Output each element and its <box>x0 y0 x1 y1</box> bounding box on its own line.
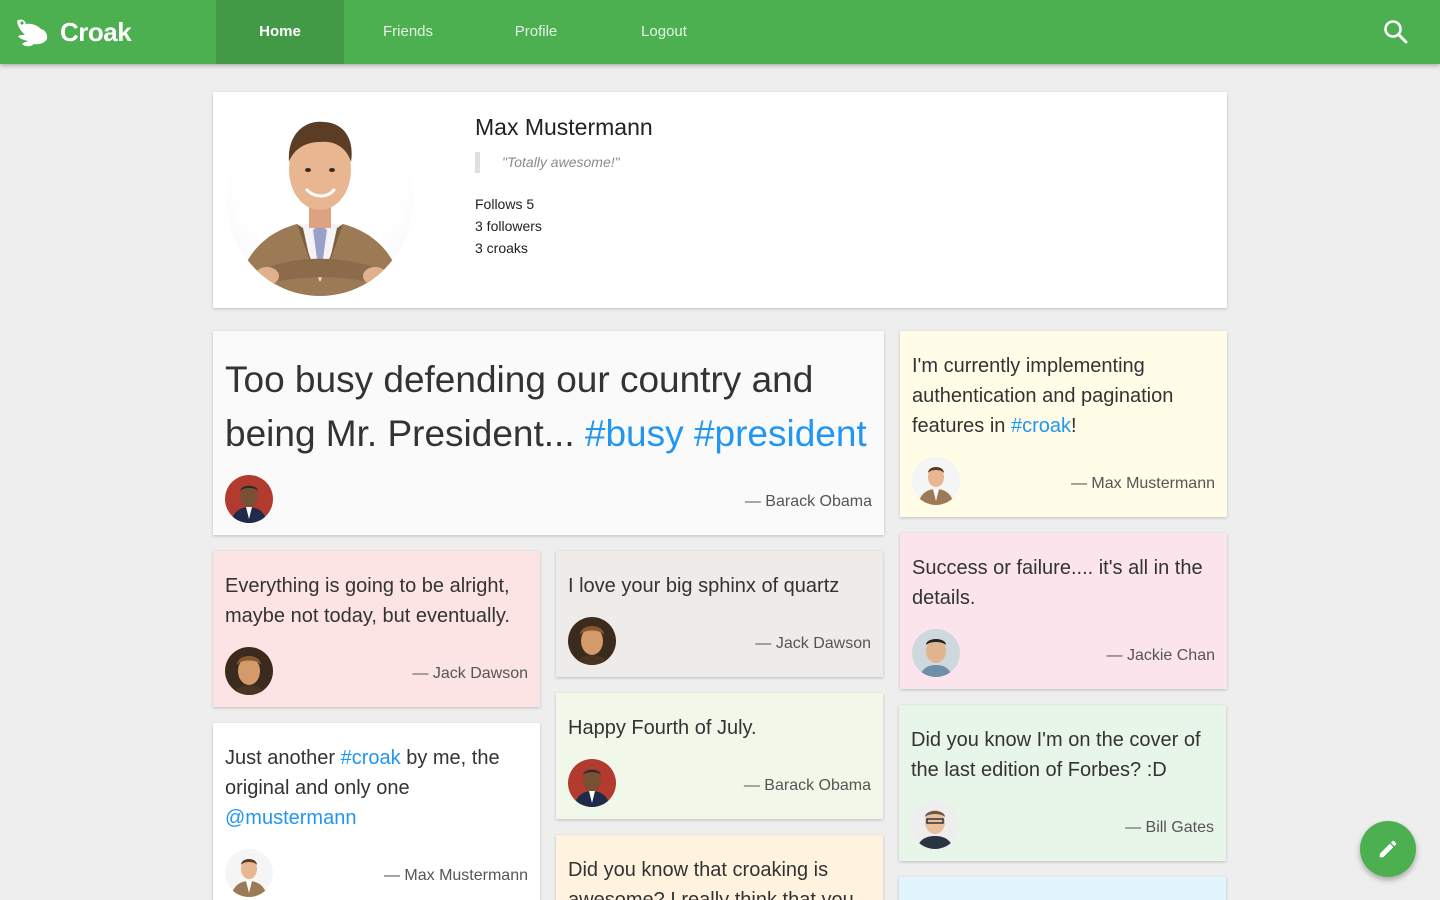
croak-card: Did you know I'm on the cover of the las… <box>899 705 1226 861</box>
avatar[interactable] <box>225 475 273 523</box>
nav-home[interactable]: Home <box>216 0 344 64</box>
nav-friends[interactable]: Friends <box>344 0 472 64</box>
croak-author[interactable]: — Bill Gates <box>1125 819 1214 837</box>
croak-author[interactable]: — Max Mustermann <box>1071 475 1215 493</box>
croak-text: Too busy defending our country and being… <box>225 359 867 454</box>
croak-author[interactable]: — Jackie Chan <box>1107 647 1216 665</box>
croak-text: Everything is going to be alright, maybe… <box>225 575 510 627</box>
profile-quote: "Totally awesome!" <box>475 152 620 173</box>
avatar[interactable] <box>568 759 616 807</box>
brand[interactable]: Croak <box>14 15 132 49</box>
croak-text: I love your big sphinx of quartz <box>568 575 840 597</box>
nav-profile[interactable]: Profile <box>472 0 600 64</box>
croak-text: Success or failure.... it's all in the d… <box>912 557 1203 609</box>
hashtag-link[interactable]: #croak <box>1011 415 1071 437</box>
croak-text: I'm currently implementing authenticatio… <box>912 355 1174 437</box>
croak-author[interactable]: — Barack Obama <box>745 493 872 511</box>
profile-card: Max Mustermann "Totally awesome!" Follow… <box>213 92 1227 308</box>
croak-author[interactable]: — Barack Obama <box>744 777 871 795</box>
avatar[interactable] <box>568 617 616 665</box>
followers-count: 3 followers <box>475 218 542 234</box>
top-navbar: Croak Home Friends Profile Logout <box>0 0 1440 64</box>
croak-author[interactable]: — Jack Dawson <box>755 635 871 653</box>
brand-name: Croak <box>60 16 132 47</box>
croak-text: Just another #croak by me, the original … <box>225 747 500 829</box>
avatar[interactable] <box>225 849 273 897</box>
avatar[interactable] <box>225 647 273 695</box>
croak-text: Did you know that croaking is awesome? I… <box>568 859 854 900</box>
croak-card: Did you know that croaking is awesome? I… <box>556 835 883 900</box>
new-croak-button[interactable] <box>1360 821 1416 877</box>
hashtag-link[interactable]: #croak <box>341 747 401 769</box>
profile-avatar <box>227 104 413 296</box>
frog-logo-icon <box>17 19 48 47</box>
avatar[interactable] <box>911 801 959 849</box>
croak-card: Happy Fourth of July. — Barack Obama <box>556 693 883 819</box>
profile-name: Max Mustermann <box>475 114 653 140</box>
croak-card: I love your big sphinx of quartz — Jack … <box>556 551 883 677</box>
croaks-count: 3 croaks <box>475 240 528 256</box>
croak-author[interactable]: — Jack Dawson <box>412 665 528 683</box>
avatar[interactable] <box>912 457 960 505</box>
search-icon <box>1384 20 1408 44</box>
croak-card: I'm currently implementing authenticatio… <box>900 331 1227 517</box>
search-button[interactable] <box>1382 18 1410 46</box>
follows-count: Follows 5 <box>475 196 535 212</box>
croak-card: Everything is going to be alright, maybe… <box>213 551 540 707</box>
hashtag-link[interactable]: #president <box>694 413 867 454</box>
croak-text: Did you know I'm on the cover of the las… <box>911 729 1201 781</box>
croak-card <box>899 877 1226 900</box>
hashtag-link[interactable]: #busy <box>585 413 684 454</box>
croak-author[interactable]: — Max Mustermann <box>384 867 528 885</box>
mention-link[interactable]: @mustermann <box>225 807 356 829</box>
avatar[interactable] <box>912 629 960 677</box>
nav-logout[interactable]: Logout <box>600 0 728 64</box>
pencil-icon <box>1379 840 1397 858</box>
croak-card: Too busy defending our country and being… <box>213 331 884 535</box>
croak-text: Happy Fourth of July. <box>568 717 757 739</box>
croak-card: Just another #croak by me, the original … <box>213 723 540 900</box>
croak-card: Success or failure.... it's all in the d… <box>900 533 1227 689</box>
